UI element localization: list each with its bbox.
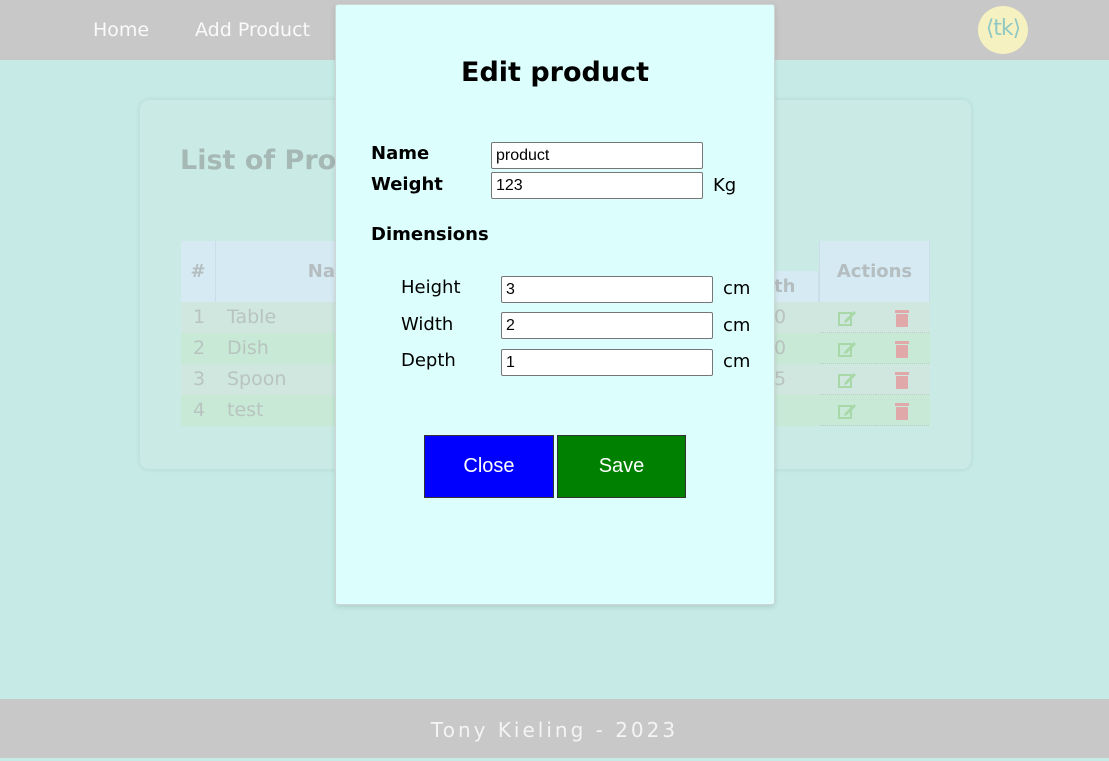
trash-icon	[895, 310, 909, 327]
weight-input[interactable]	[491, 172, 703, 199]
row-name: Table	[227, 306, 277, 328]
delete-button[interactable]	[875, 302, 929, 333]
edit-button[interactable]	[820, 302, 874, 333]
modal-title: Edit product	[461, 57, 649, 88]
row-index: 4	[193, 399, 206, 421]
row-index: 3	[193, 368, 206, 390]
trash-icon	[895, 372, 909, 389]
delete-button[interactable]	[875, 333, 929, 364]
name-label: Name	[371, 143, 430, 164]
nav-link-home[interactable]: Home	[93, 19, 149, 41]
close-button[interactable]: Close	[424, 435, 554, 498]
logo: ⟨tk⟩	[978, 6, 1028, 54]
edit-icon	[838, 404, 856, 419]
row-index: 2	[193, 337, 206, 359]
row-index: 1	[193, 306, 206, 328]
depth-label: Depth	[401, 350, 456, 371]
delete-button[interactable]	[875, 395, 929, 426]
edit-icon	[838, 373, 856, 388]
width-unit: cm	[723, 315, 751, 336]
edit-product-modal: Edit product Name Weight Kg Dimensions H…	[335, 4, 775, 605]
edit-button[interactable]	[820, 333, 874, 364]
depth-input[interactable]	[501, 349, 713, 376]
trash-icon	[895, 403, 909, 420]
dimensions-label: Dimensions	[371, 224, 489, 245]
row-depth: 0	[774, 306, 787, 328]
column-header-index: #	[181, 241, 216, 302]
page-title: List of Prod	[180, 145, 356, 176]
delete-button[interactable]	[875, 364, 929, 395]
weight-unit: Kg	[713, 175, 737, 196]
row-name: Spoon	[227, 368, 287, 390]
column-header-name: Na	[216, 241, 336, 302]
column-header-depth: th	[774, 271, 819, 302]
row-depth: 5	[774, 368, 787, 390]
row-name: test	[227, 399, 264, 421]
footer: Tony Kieling - 2023	[0, 699, 1109, 758]
nav-link-add-product[interactable]: Add Product	[195, 19, 310, 41]
height-input[interactable]	[501, 276, 713, 303]
trash-icon	[895, 341, 909, 358]
depth-unit: cm	[723, 351, 751, 372]
edit-button[interactable]	[820, 364, 874, 395]
height-label: Height	[401, 277, 461, 298]
height-unit: cm	[723, 278, 751, 299]
save-button[interactable]: Save	[557, 435, 686, 498]
edit-button[interactable]	[820, 395, 874, 426]
column-header-actions: Actions	[819, 241, 930, 302]
name-input[interactable]	[491, 142, 703, 169]
edit-icon	[838, 342, 856, 357]
weight-label: Weight	[371, 174, 443, 195]
edit-icon	[838, 311, 856, 326]
row-name: Dish	[227, 337, 269, 359]
row-depth: 0	[774, 337, 787, 359]
width-input[interactable]	[501, 312, 713, 339]
width-label: Width	[401, 314, 454, 335]
